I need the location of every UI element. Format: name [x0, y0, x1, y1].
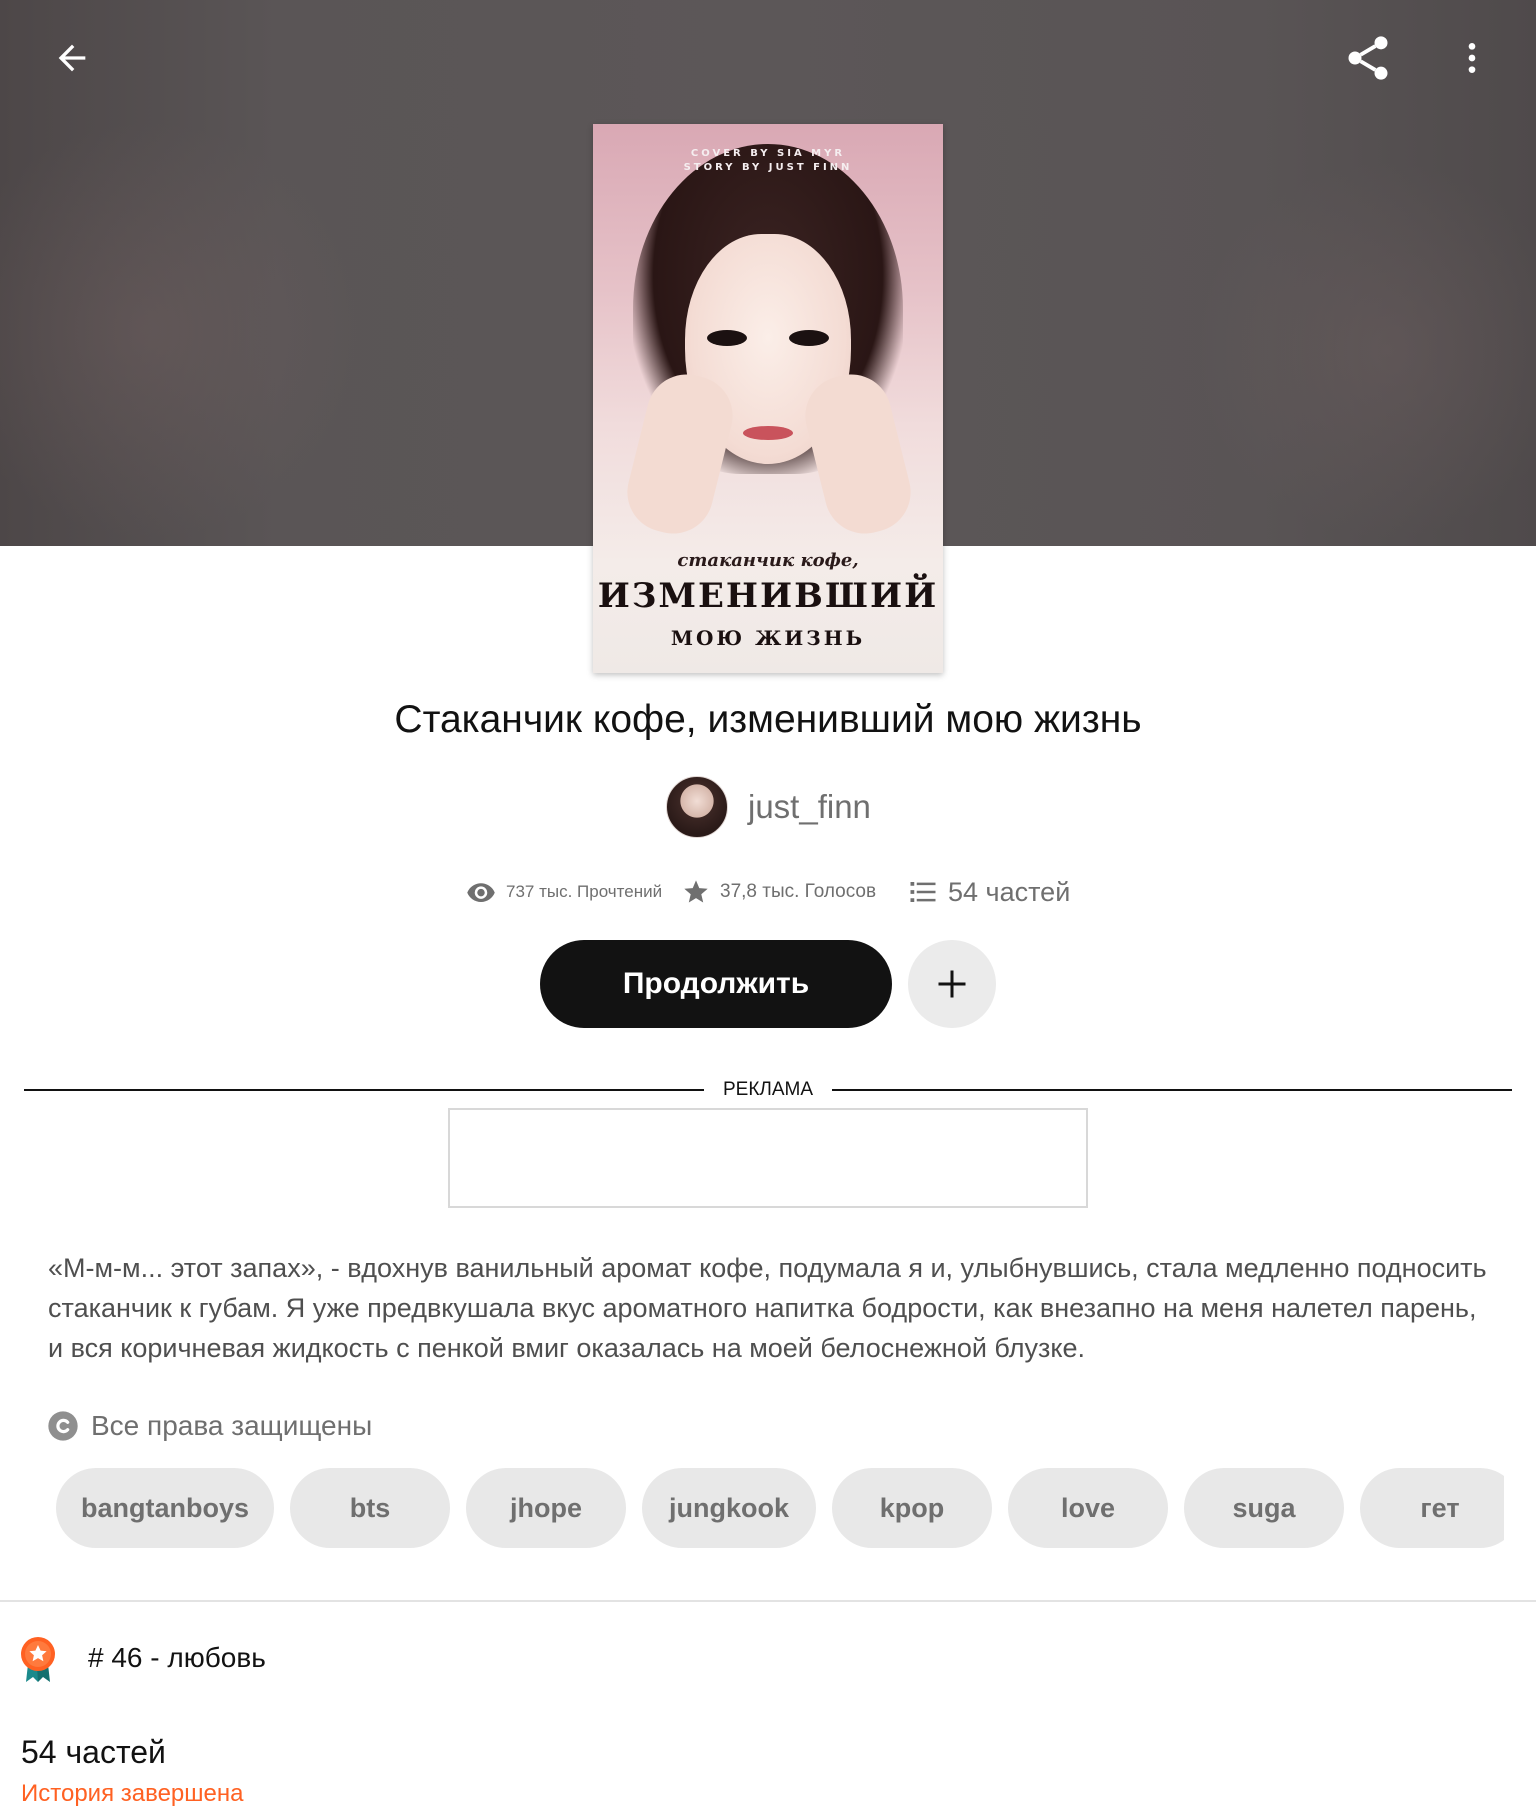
parts-stat: 54 частей: [908, 872, 1070, 912]
add-to-library-button[interactable]: [908, 940, 996, 1028]
tag-chip[interactable]: bangtanboys: [56, 1468, 274, 1548]
ranking-text[interactable]: # 46 - любовь: [88, 1642, 266, 1674]
share-icon: [1348, 36, 1388, 80]
author-avatar[interactable]: [666, 776, 728, 838]
table-of-contents-count[interactable]: 54 частей: [21, 1734, 166, 1771]
tag-list: bangtanboys bts jhope jungkook kpop love…: [56, 1468, 1504, 1548]
reads-count: 737 тыс. Прочтений: [506, 882, 663, 901]
author-name[interactable]: just_finn: [748, 788, 871, 826]
share-button[interactable]: [1332, 22, 1404, 94]
story-cover[interactable]: COVER BY SIA MYR STORY BY JUST FINN стак…: [593, 124, 943, 673]
more-options-button[interactable]: [1436, 22, 1508, 94]
tag-chip[interactable]: kpop: [832, 1468, 992, 1548]
ad-divider: [832, 1089, 1512, 1091]
award-badge-icon: [21, 1637, 55, 1682]
eye-icon: [467, 883, 495, 902]
cover-credit: COVER BY SIA MYR: [690, 148, 846, 159]
backdrop-blur: [0, 120, 360, 540]
tag-chip[interactable]: jhope: [466, 1468, 626, 1548]
more-vertical-icon: [1468, 43, 1476, 73]
tag-chip[interactable]: bts: [290, 1468, 450, 1548]
list-icon: [910, 882, 936, 902]
tag-chip[interactable]: love: [1008, 1468, 1168, 1548]
cover-art-lips: [743, 426, 793, 440]
ranking-row[interactable]: # 46 - любовь: [18, 1632, 266, 1688]
author-link[interactable]: just_finn: [666, 776, 871, 838]
backdrop-blur: [1196, 160, 1536, 540]
ad-slot[interactable]: [448, 1108, 1088, 1208]
cover-subtitle-text: МОЮ ЖИЗНЬ: [670, 626, 866, 650]
plus-icon: [938, 970, 966, 998]
story-stats: 737 тыс. Прочтений 37,8 тыс. Голосов 54 …: [0, 872, 1536, 912]
cover-art-hand: [618, 365, 742, 543]
section-divider: [0, 1600, 1536, 1602]
cover-art-eye: [789, 330, 829, 346]
votes-count: 37,8 тыс. Голосов: [720, 881, 877, 902]
cover-script-text: стаканчик кофе,: [677, 550, 859, 571]
cover-credit: STORY BY JUST FINN: [683, 162, 853, 173]
tag-chip[interactable]: гет: [1360, 1468, 1504, 1548]
cover-art-hand: [796, 365, 920, 543]
votes-stat: 37,8 тыс. Голосов: [682, 872, 876, 912]
story-description: «М-м-м... этот запах», - вдохнув ванильн…: [48, 1253, 1487, 1363]
tag-chip[interactable]: suga: [1184, 1468, 1344, 1548]
ad-divider: [24, 1089, 704, 1091]
cover-art-eye: [707, 330, 747, 346]
story-title: Стаканчик кофе, изменивший мою жизнь: [394, 698, 1142, 741]
story-status: История завершена: [21, 1780, 244, 1807]
reads-stat: 737 тыс. Прочтений: [466, 872, 662, 912]
continue-reading-button[interactable]: Продолжить: [540, 940, 892, 1028]
parts-count-stat: 54 частей: [948, 876, 1071, 907]
back-button[interactable]: [36, 22, 108, 94]
copyright-icon: [48, 1411, 78, 1441]
cover-title-text: ИЗМЕНИВШИЙ: [597, 576, 939, 616]
star-icon: [684, 880, 708, 903]
copyright-notice: Все права защищены: [47, 1410, 372, 1442]
arrow-left-icon: [58, 44, 86, 72]
tag-chip[interactable]: jungkook: [642, 1468, 816, 1548]
copyright-text: Все права защищены: [91, 1410, 373, 1441]
ad-label: РЕКЛАМА: [722, 1079, 814, 1100]
